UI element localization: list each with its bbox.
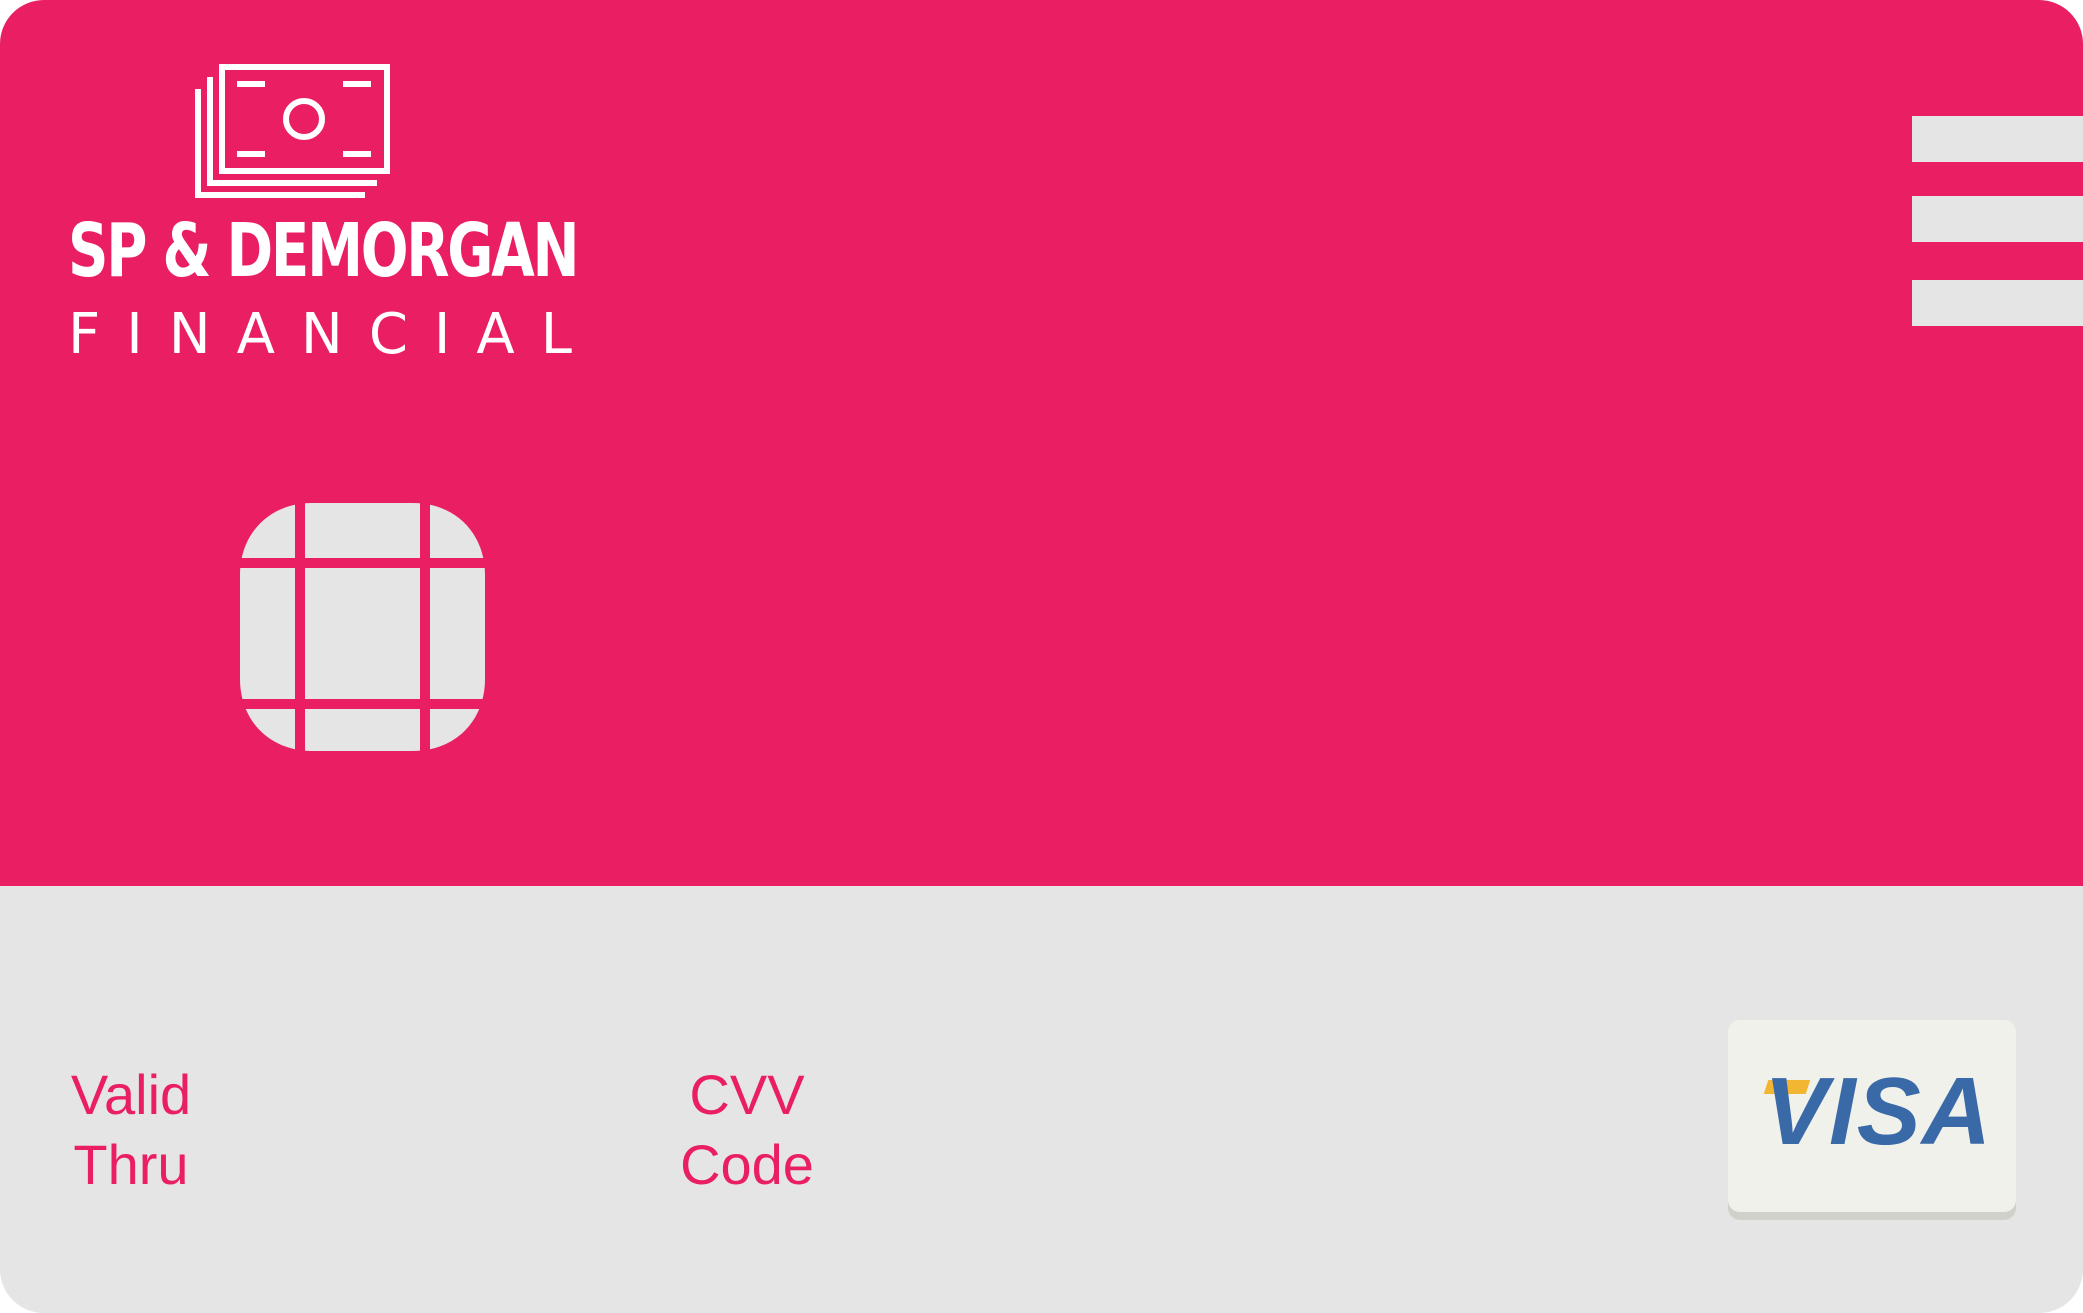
menu-bar-top — [1912, 116, 2083, 162]
cvv-line2: Code — [680, 1133, 814, 1196]
menu-bar-bottom — [1912, 280, 2083, 326]
valid-thru-label: Valid Thru — [56, 1060, 206, 1200]
cvv-line1: CVV — [689, 1063, 805, 1126]
brand-logo: SP & DEMORGAN FINANCIAL — [68, 64, 598, 374]
brand-name: SP & DEMORGAN — [68, 208, 580, 294]
cvv-code-label: CVV Code — [672, 1060, 822, 1200]
visa-logo: VISA — [1728, 1020, 2016, 1212]
valid-thru-line2: Thru — [73, 1133, 189, 1196]
hamburger-menu-icon[interactable] — [1912, 116, 2083, 326]
visa-logo-text: VISA — [1764, 1058, 1993, 1165]
payment-card: SP & DEMORGAN FINANCIAL Valid Thru CVV C… — [0, 0, 2083, 1313]
valid-thru-line1: Valid — [70, 1063, 192, 1126]
menu-bar-middle — [1912, 196, 2083, 242]
card-chip-icon — [240, 503, 485, 751]
money-stack-icon — [195, 64, 390, 198]
brand-subtitle: FINANCIAL — [68, 302, 598, 367]
